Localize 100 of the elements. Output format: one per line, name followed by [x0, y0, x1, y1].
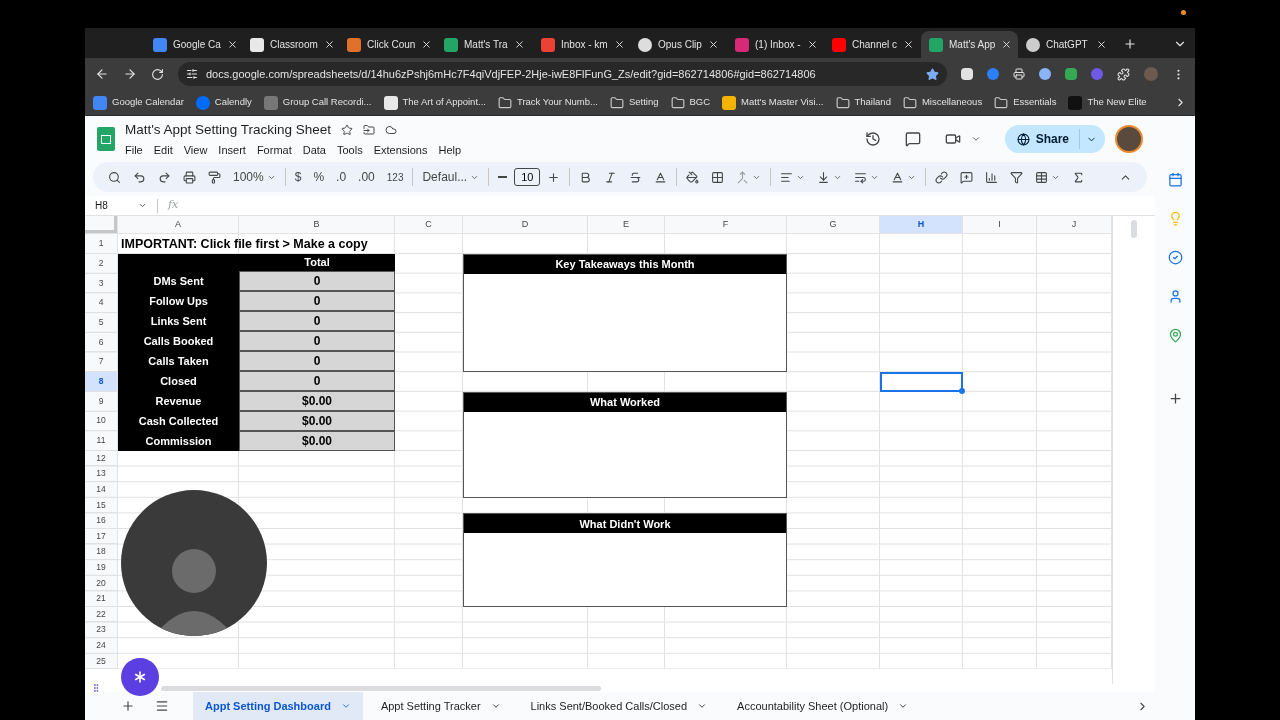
star-icon[interactable]	[340, 123, 353, 136]
menu-item[interactable]: View	[183, 141, 208, 159]
extension-icon[interactable]	[1039, 68, 1051, 80]
browser-tab[interactable]: Classroom	[242, 31, 339, 58]
new-tab-icon[interactable]	[1123, 37, 1137, 51]
menu-item[interactable]: Tools	[336, 141, 363, 159]
browser-tab[interactable]: Click Coun	[339, 31, 436, 58]
bookmark[interactable]: BGC	[670, 95, 711, 110]
all-sheets-icon[interactable]	[155, 699, 169, 713]
bookmark[interactable]: The New Elite	[1068, 95, 1147, 110]
bookmark[interactable]: Track Your Numb...	[497, 95, 598, 110]
tasks-icon[interactable]	[1167, 250, 1183, 265]
column-header[interactable]: G	[787, 216, 880, 234]
column-header[interactable]: I	[963, 216, 1037, 234]
history-icon[interactable]	[864, 131, 881, 147]
zoom-dropdown[interactable]: 100%	[228, 165, 281, 189]
name-box[interactable]: H8	[85, 198, 157, 213]
extension-icon[interactable]	[961, 68, 973, 80]
row-header[interactable]: 19	[85, 560, 118, 576]
close-icon[interactable]	[514, 39, 525, 50]
close-icon[interactable]	[323, 39, 335, 50]
browser-tab[interactable]: Matt's App	[921, 31, 1018, 58]
menu-item[interactable]: Format	[256, 141, 292, 159]
profile-avatar[interactable]	[1115, 125, 1143, 153]
close-icon[interactable]	[421, 39, 433, 50]
close-icon[interactable]	[226, 39, 238, 50]
caret-icon[interactable]	[970, 134, 981, 144]
font-size-field[interactable]: 10	[514, 168, 541, 186]
column-header[interactable]: E	[588, 216, 665, 234]
address-bar[interactable]: docs.google.com/spreadsheets/d/14hu6zPshj6mHc7F4qiVdjFEP-2Hje-iwE8FlFunG_Zs/edit?gid=862714806#gid=862714806	[178, 62, 947, 86]
menu-item[interactable]: Edit	[153, 141, 173, 159]
scrollbar-thumb[interactable]	[1131, 220, 1137, 238]
contacts-icon[interactable]	[1167, 289, 1183, 304]
column-header[interactable]: F	[665, 216, 787, 234]
cloud-icon[interactable]	[384, 123, 397, 136]
row-header[interactable]: 2	[85, 254, 118, 274]
sheet-tab[interactable]: Links Sent/Booked Calls/Closed	[518, 692, 720, 720]
browser-tab[interactable]: ChatGPT	[1018, 31, 1115, 58]
column-header[interactable]: B	[239, 216, 395, 234]
close-icon[interactable]	[1001, 39, 1013, 50]
menu-item[interactable]: Help	[438, 141, 462, 159]
move-folder-icon[interactable]	[362, 123, 375, 136]
browser-tab[interactable]: Google Ca	[145, 31, 242, 58]
forward-icon[interactable]	[123, 67, 137, 81]
row-header[interactable]: 11	[85, 431, 118, 451]
bookmark-star-icon[interactable]	[926, 67, 939, 81]
bookmark[interactable]: Setting	[609, 95, 659, 110]
printer-icon[interactable]	[1013, 68, 1025, 80]
sheets-logo-icon[interactable]	[97, 127, 115, 151]
column-header[interactable]: D	[463, 216, 588, 234]
document-title[interactable]: Matt's Appt Setting Tracking Sheet	[125, 119, 331, 140]
close-icon[interactable]	[903, 39, 915, 50]
number-format-button[interactable]: 123	[381, 165, 409, 189]
sheet-tab[interactable]: Appt Setting Tracker	[368, 692, 513, 720]
row-header[interactable]: 8	[85, 372, 118, 392]
site-settings-icon[interactable]	[186, 68, 198, 80]
browser-tab[interactable]: (1) Inbox -	[727, 31, 824, 58]
add-sheet-icon[interactable]	[121, 699, 135, 713]
sheet-tab[interactable]: Appt Setting Dashboard	[193, 692, 363, 720]
back-icon[interactable]	[95, 67, 109, 81]
bookmark[interactable]: Miscellaneous	[902, 95, 983, 110]
currency-button[interactable]: $	[289, 165, 307, 189]
font-dropdown[interactable]: Defaul...	[417, 165, 485, 189]
bookmark[interactable]: Essentials	[994, 95, 1057, 110]
fill-handle[interactable]	[959, 387, 965, 394]
drag-handle-icon[interactable]	[91, 683, 101, 693]
increase-decimals-button[interactable]: .00	[353, 165, 380, 189]
bookmark[interactable]: Thailand	[835, 95, 891, 110]
row-header[interactable]: 14	[85, 482, 118, 498]
selected-cell[interactable]	[880, 372, 963, 392]
browser-tab[interactable]: Opus Clip	[630, 31, 727, 58]
close-icon[interactable]	[708, 39, 719, 50]
browser-tab[interactable]: Matt's Tra	[436, 31, 533, 58]
close-icon[interactable]	[806, 39, 818, 50]
menu-item[interactable]: Insert	[218, 141, 246, 159]
sheet-tab[interactable]: Accountability Sheet (Optional)	[725, 692, 921, 720]
comment-icon[interactable]	[904, 131, 921, 147]
bookmark[interactable]: Group Call Recordi...	[263, 95, 372, 110]
row-header[interactable]: 1	[85, 234, 118, 254]
add-icon[interactable]	[1167, 391, 1183, 406]
calendar-icon[interactable]	[1167, 172, 1183, 187]
column-header[interactable]: H	[880, 216, 963, 234]
map-pin-icon[interactable]	[1167, 328, 1183, 343]
decrease-decimals-button[interactable]: .0	[331, 165, 352, 189]
browser-tab[interactable]: Inbox - km	[533, 31, 630, 58]
row-header[interactable]: 5	[85, 313, 118, 333]
menu-item[interactable]: File	[125, 141, 143, 159]
menu-item[interactable]: Data	[302, 141, 326, 159]
bookmark[interactable]: Matt's Master Visi...	[722, 95, 824, 110]
bookmark[interactable]: Calendly	[195, 95, 252, 110]
video-call-icon[interactable]	[944, 131, 961, 147]
extensions-icon[interactable]	[1117, 67, 1130, 81]
bookmark[interactable]: Google Calendar	[93, 95, 184, 110]
extension-icon[interactable]	[1065, 68, 1077, 80]
browser-tab[interactable]: Channel c	[824, 31, 921, 58]
row-header[interactable]: 24	[85, 638, 118, 654]
percent-button[interactable]: %	[308, 165, 330, 189]
column-header[interactable]: J	[1037, 216, 1112, 234]
menu-item[interactable]: Extensions	[373, 141, 428, 159]
share-button[interactable]: Share	[1004, 125, 1105, 153]
